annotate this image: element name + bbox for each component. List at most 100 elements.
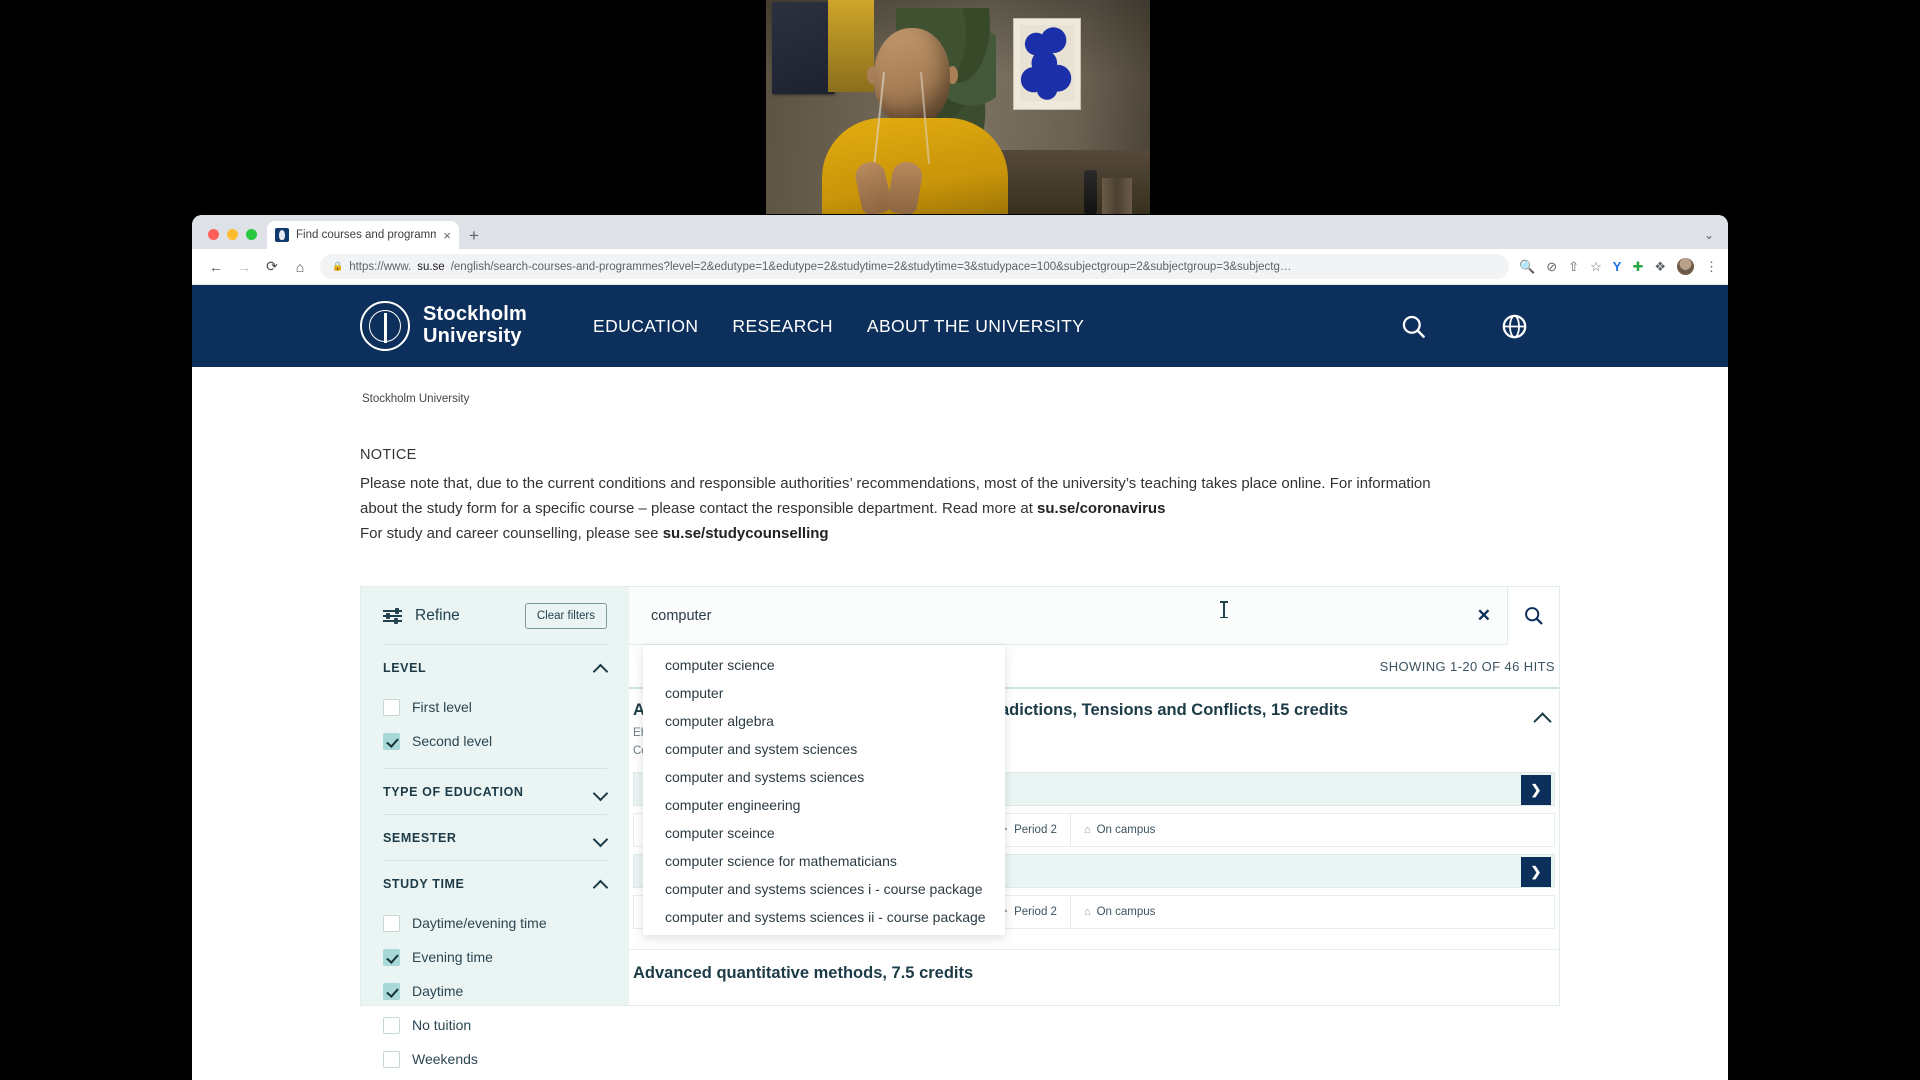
lock-icon: 🔒 xyxy=(332,261,343,272)
facet-title-semester: SEMESTER xyxy=(383,831,457,845)
forward-button[interactable]: → xyxy=(230,253,258,281)
checkbox-daytime-evening[interactable] xyxy=(383,915,400,932)
plus-extension-icon[interactable]: ✚ xyxy=(1632,260,1643,273)
checkbox-first-level[interactable] xyxy=(383,699,400,716)
checkbox-evening-time[interactable] xyxy=(383,949,400,966)
results-column: ✕ SHOWING 1-20 OF 46 HITS A Political Ec… xyxy=(629,587,1559,1005)
facet-header-level[interactable]: LEVEL xyxy=(383,645,607,690)
chevron-up-icon[interactable] xyxy=(1535,709,1551,725)
omnibox-bar: ← → ⟳ ⌂ 🔒 https://www.su.se/english/sear… xyxy=(192,249,1728,285)
home-button[interactable]: ⌂ xyxy=(286,253,314,281)
suggestion-item[interactable]: computer sceince xyxy=(643,819,1005,847)
facet-option-evening-time[interactable]: Evening time xyxy=(383,940,607,974)
facet-option-daytime[interactable]: Daytime xyxy=(383,974,607,1008)
checkbox-no-tuition[interactable] xyxy=(383,1017,400,1034)
share-icon[interactable]: ⇧ xyxy=(1568,260,1579,273)
page-body: Stockholm University NOTICE Please note … xyxy=(192,367,1728,1080)
course-result-2: Advanced quantitative methods, 7.5 credi… xyxy=(629,950,1559,996)
meta-text-location: On campus xyxy=(1097,824,1156,836)
facet-group-semester: SEMESTER xyxy=(383,815,607,861)
maximize-window-button[interactable] xyxy=(246,229,257,240)
close-icon[interactable]: × xyxy=(443,228,451,243)
suggestion-item[interactable]: computer algebra xyxy=(643,707,1005,735)
logo-wordmark: Stockholm University xyxy=(423,304,527,347)
menu-icon[interactable] xyxy=(1451,317,1477,336)
chrome-menu-icon[interactable]: ⋮ xyxy=(1705,260,1718,273)
facet-label-evening-time: Evening time xyxy=(412,949,493,965)
chevron-up-icon[interactable] xyxy=(595,662,607,674)
back-button[interactable]: ← xyxy=(202,253,230,281)
meta-text-period: Period 2 xyxy=(1014,906,1057,918)
facet-header-study-time[interactable]: STUDY TIME xyxy=(383,861,607,906)
checkbox-second-level[interactable] xyxy=(383,733,400,750)
suggestion-item[interactable]: computer engineering xyxy=(643,791,1005,819)
search-submit-button[interactable] xyxy=(1507,587,1559,645)
profile-avatar[interactable] xyxy=(1677,258,1694,275)
tab-strip: Find courses and programmes × + ⌄ xyxy=(192,215,1728,249)
chevron-down-icon[interactable] xyxy=(595,832,607,844)
site-logo[interactable]: Stockholm University xyxy=(360,301,527,351)
facet-options-study-time: Daytime/evening time Evening time Daytim… xyxy=(383,906,607,1080)
facet-option-second-level[interactable]: Second level xyxy=(383,724,607,758)
checkbox-weekends[interactable] xyxy=(383,1051,400,1068)
search-panel: Refine Clear filters LEVEL First level xyxy=(360,586,1560,1006)
hits-count: SHOWING 1-20 OF 46 HITS xyxy=(1380,659,1555,674)
zoom-icon[interactable]: 🔍 xyxy=(1519,260,1535,273)
refine-label: Refine xyxy=(415,607,460,625)
chevron-down-icon[interactable]: ⌄ xyxy=(1704,228,1714,242)
bookmark-star-icon[interactable]: ☆ xyxy=(1590,260,1602,273)
header-icon-group xyxy=(1400,313,1728,340)
suggestion-item[interactable]: computer science for mathematicians xyxy=(643,847,1005,875)
facet-option-daytime-evening[interactable]: Daytime/evening time xyxy=(383,906,607,940)
browser-tab[interactable]: Find courses and programmes × xyxy=(267,221,459,249)
site-header: Stockholm University EDUCATION RESEARCH … xyxy=(192,285,1728,367)
nav-item-about[interactable]: ABOUT THE UNIVERSITY xyxy=(867,316,1084,337)
facet-label-daytime: Daytime xyxy=(412,983,463,999)
search-icon[interactable] xyxy=(1400,313,1427,340)
facet-label-weekends: Weekends xyxy=(412,1051,478,1067)
facet-option-first-level[interactable]: First level xyxy=(383,690,607,724)
nav-item-research[interactable]: RESEARCH xyxy=(732,316,832,337)
facet-option-weekends[interactable]: Weekends xyxy=(383,1042,607,1076)
course-title[interactable]: Advanced quantitative methods, 7.5 credi… xyxy=(633,964,1555,983)
breadcrumb[interactable]: Stockholm University xyxy=(360,367,1560,405)
reload-button[interactable]: ⟳ xyxy=(258,253,286,281)
address-bar[interactable]: 🔒 https://www.su.se/english/search-cours… xyxy=(320,254,1509,279)
clear-search-icon[interactable]: ✕ xyxy=(1461,606,1507,626)
eye-off-icon[interactable]: ⊘ xyxy=(1546,260,1557,273)
nav-item-education[interactable]: EDUCATION xyxy=(593,316,698,337)
suggestion-item[interactable]: computer and systems sciences ii - cours… xyxy=(643,903,1005,931)
coronavirus-link[interactable]: su.se/coronavirus xyxy=(1037,500,1165,517)
studycounselling-link[interactable]: su.se/studycounselling xyxy=(663,525,829,542)
clear-filters-button[interactable]: Clear filters xyxy=(525,603,607,629)
chevron-up-icon[interactable] xyxy=(595,878,607,890)
suggestion-item[interactable]: computer and systems sciences xyxy=(643,763,1005,791)
checkbox-daytime[interactable] xyxy=(383,983,400,1000)
occasion-detail-button[interactable]: ❯ xyxy=(1521,775,1551,805)
browser-window: Find courses and programmes × + ⌄ ← → ⟳ … xyxy=(192,215,1728,1080)
meta-text-location: On campus xyxy=(1097,906,1156,918)
extensions-puzzle-icon[interactable]: ❖ xyxy=(1654,260,1666,273)
suggestion-item[interactable]: computer and system sciences xyxy=(643,735,1005,763)
facet-option-no-tuition[interactable]: No tuition xyxy=(383,1008,607,1042)
facet-header-type-of-education[interactable]: TYPE OF EDUCATION xyxy=(383,769,607,814)
facet-header-semester[interactable]: SEMESTER xyxy=(383,815,607,860)
yandex-icon[interactable]: Y xyxy=(1613,260,1622,273)
suggestion-item[interactable]: computer xyxy=(643,679,1005,707)
search-input[interactable] xyxy=(629,608,1461,624)
globe-icon[interactable] xyxy=(1501,313,1528,340)
books xyxy=(1102,178,1132,214)
bottle xyxy=(1084,170,1097,214)
notice-line-1: Please note that, due to the current con… xyxy=(360,475,1352,492)
close-window-button[interactable] xyxy=(208,229,219,240)
new-tab-button[interactable]: + xyxy=(469,227,479,244)
notice-text: Please note that, due to the current con… xyxy=(360,472,1445,546)
minimize-window-button[interactable] xyxy=(227,229,238,240)
suggestion-item[interactable]: computer science xyxy=(643,651,1005,679)
window-controls[interactable] xyxy=(204,229,267,249)
suggestion-item[interactable]: computer and systems sciences i - course… xyxy=(643,875,1005,903)
chevron-down-icon[interactable] xyxy=(595,786,607,798)
occasion-detail-button[interactable]: ❯ xyxy=(1521,857,1551,887)
presenter-head xyxy=(874,28,950,124)
logo-line-2: University xyxy=(423,326,527,348)
